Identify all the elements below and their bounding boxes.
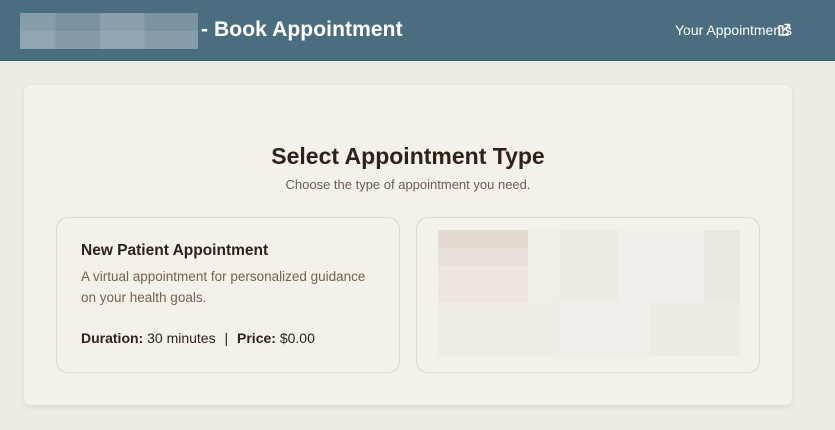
top-bar: - Book Appointment Your Appointments [0,0,835,61]
appointment-type-card: Select Appointment Type Choose the type … [24,85,792,405]
your-appointments-link[interactable]: Your Appointments [675,22,792,38]
page-title: - Book Appointment [201,18,403,41]
duration-label: Duration: [81,330,144,346]
option-description: A virtual appointment for personalized g… [81,269,366,305]
meta-separator: | [224,330,229,346]
appointment-option-new-patient[interactable]: New Patient Appointment A virtual appoin… [56,217,400,373]
option-meta: Duration: 30 minutes | Price: $0.00 [81,330,315,346]
price-label: Price: [237,330,276,346]
price-value: $0.00 [279,330,315,346]
option-title: New Patient Appointment [81,242,269,259]
external-link-icon[interactable] [776,22,792,38]
redacted-content [438,230,740,356]
duration-value: 30 minutes [147,330,216,346]
section-subtitle: Choose the type of appointment you need. [285,177,531,192]
redacted-brand-name [20,13,198,49]
section-title: Select Appointment Type [271,143,545,169]
appointment-option-redacted[interactable] [416,217,760,373]
